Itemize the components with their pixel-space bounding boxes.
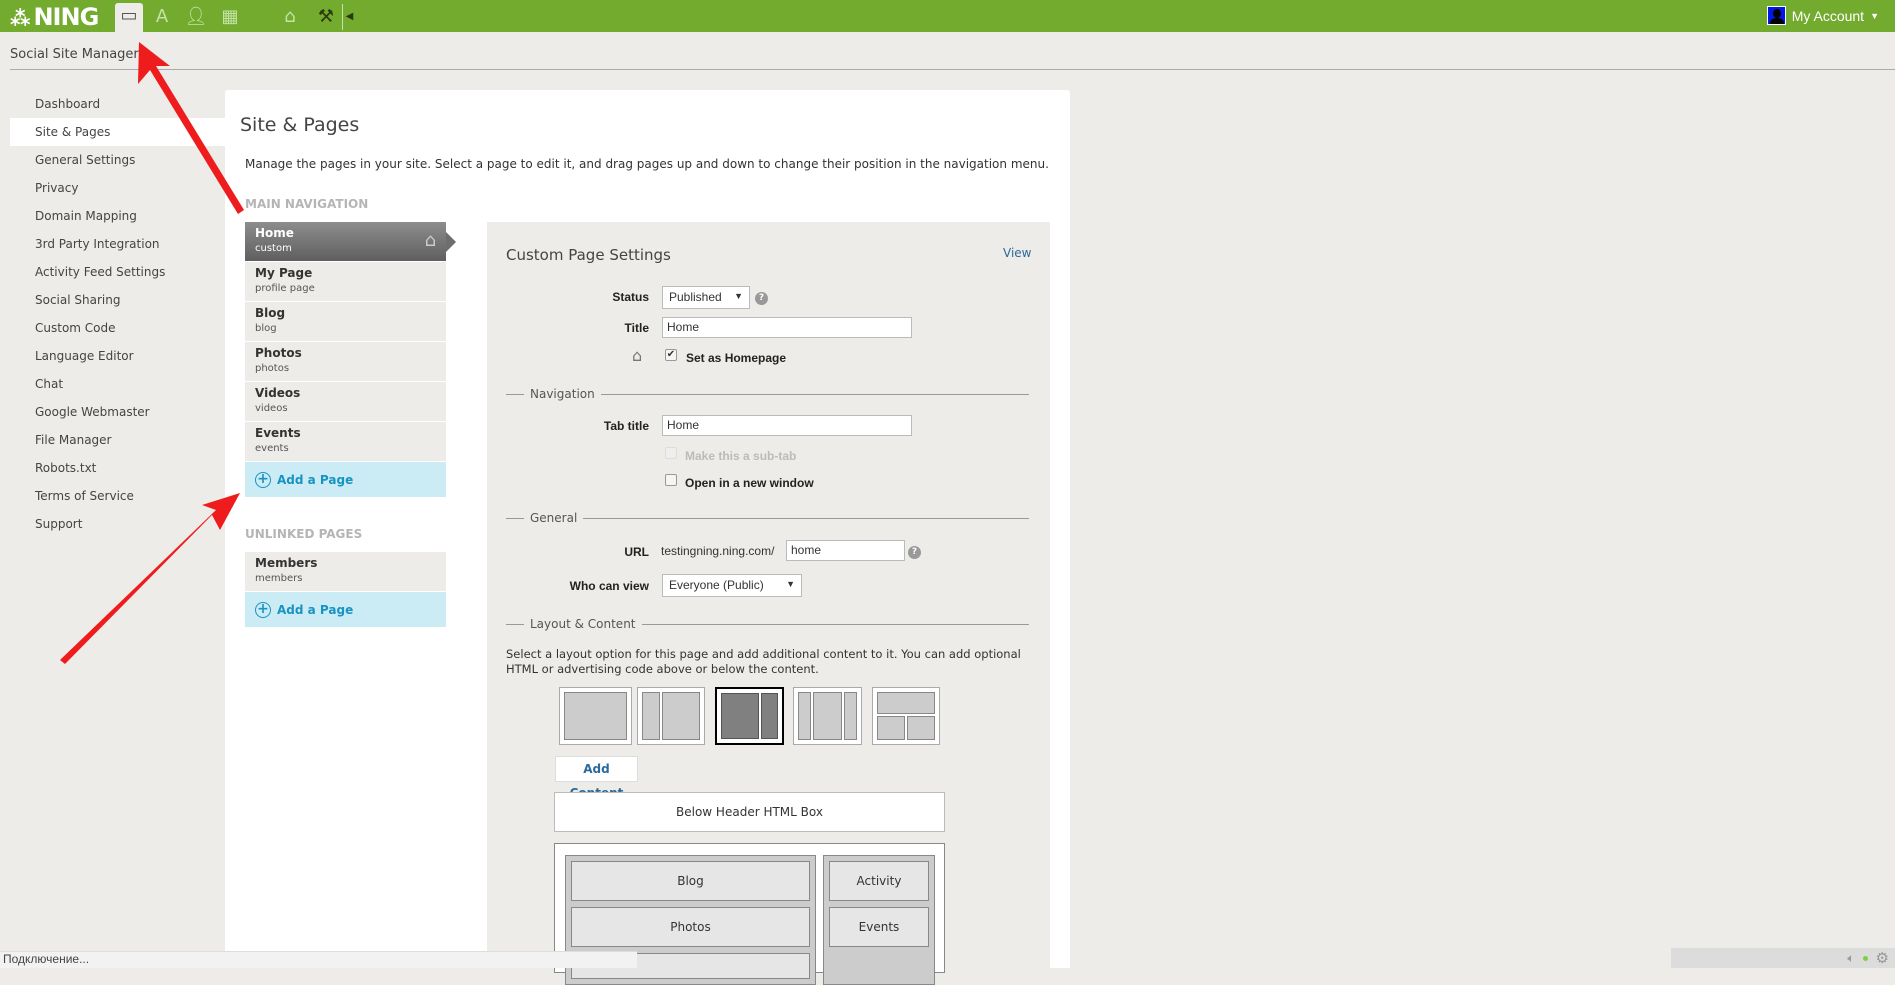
red-arrow-1 bbox=[138, 42, 244, 214]
red-arrow-2 bbox=[60, 493, 240, 664]
annotation-arrows bbox=[60, 42, 244, 664]
